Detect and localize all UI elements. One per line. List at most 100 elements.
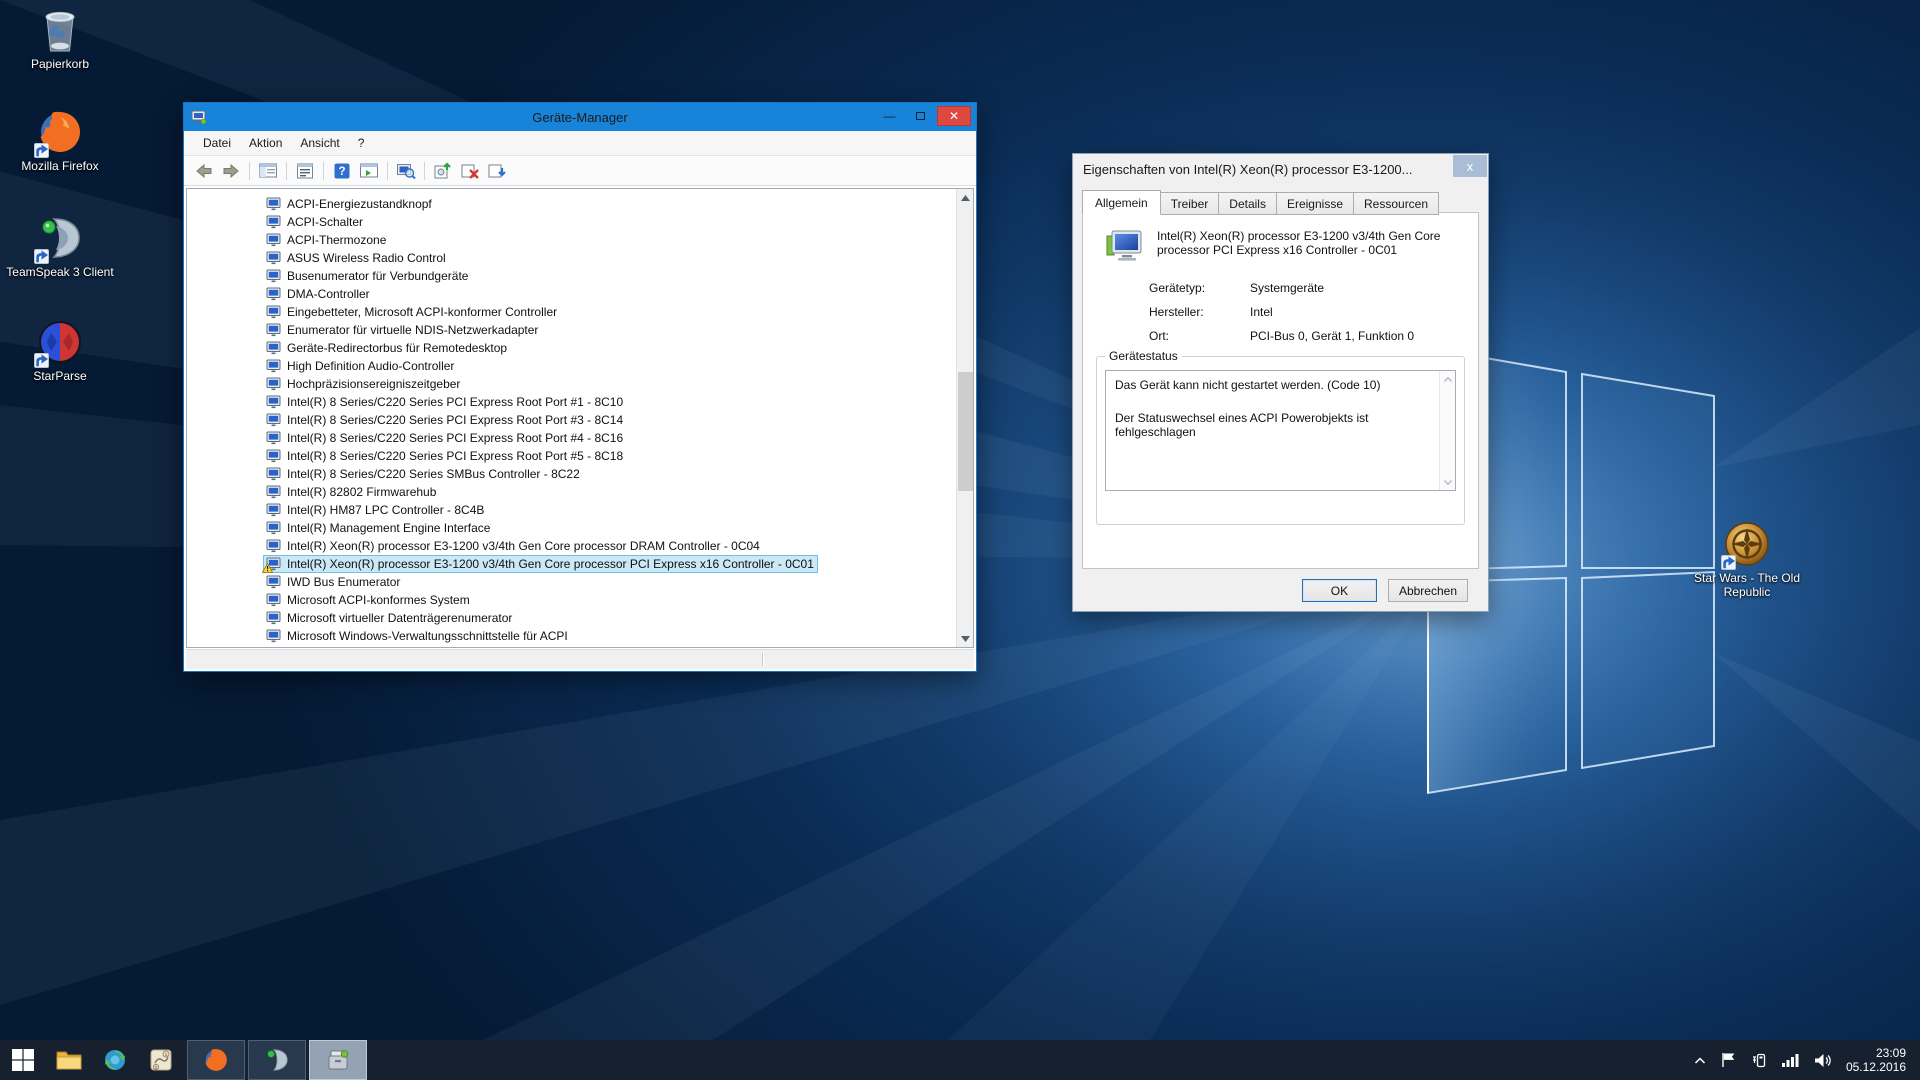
scroll-down-icon[interactable] — [1440, 475, 1455, 489]
system-device-icon — [266, 395, 282, 409]
device-manager-toolbar: ? — [184, 156, 976, 186]
usb-device-icon[interactable] — [1751, 1052, 1767, 1068]
vertical-scrollbar[interactable] — [956, 189, 973, 647]
device-tree-item[interactable]: Microsoft virtueller Datenträgerenumerat… — [187, 609, 956, 627]
device-tree-item[interactable]: Geräte-Redirectorbus für Remotedesktop — [187, 339, 956, 357]
taskbar-clock[interactable]: 23:09 05.12.2016 — [1846, 1046, 1906, 1074]
dialog-titlebar[interactable]: Eigenschaften von Intel(R) Xeon(R) proce… — [1073, 154, 1488, 184]
device-tree-item[interactable]: Intel(R) HM87 LPC Controller - 8C4B — [187, 501, 956, 519]
device-tree-item[interactable]: Hochpräzisionsereigniszeitgeber — [187, 375, 956, 393]
dialog-tab[interactable]: Treiber — [1160, 192, 1220, 215]
maximize-button[interactable] — [906, 106, 935, 126]
scroll-down-icon[interactable] — [957, 630, 974, 647]
field-label: Gerätetyp: — [1149, 281, 1250, 295]
forward-icon[interactable] — [219, 160, 243, 182]
dialog-tabs: AllgemeinTreiberDetailsEreignisseRessour… — [1082, 190, 1438, 215]
system-device-icon — [266, 197, 282, 211]
sync-utility-icon[interactable] — [92, 1040, 138, 1080]
system-device-icon — [266, 269, 282, 283]
taskbar-device-manager-button[interactable] — [309, 1040, 367, 1080]
start-button[interactable] — [0, 1040, 46, 1080]
device-tree-item[interactable]: Eingebetteter, Microsoft ACPI-konformer … — [187, 303, 956, 321]
desktop-icon-recycle-bin[interactable]: Papierkorb — [5, 6, 115, 71]
device-tree-item[interactable]: Intel(R) 8 Series/C220 Series PCI Expres… — [187, 429, 956, 447]
menu-item[interactable]: ? — [349, 132, 374, 154]
show-console-tree-icon[interactable] — [256, 160, 280, 182]
ok-button[interactable]: OK — [1302, 579, 1377, 602]
system-device-icon — [266, 431, 282, 445]
desktop-icon-label: Star Wars - The Old Republic — [1692, 571, 1802, 599]
device-tree-item[interactable]: ACPI-Schalter — [187, 213, 956, 231]
device-label: ACPI-Thermozone — [287, 233, 386, 247]
dialog-tab[interactable]: Ereignisse — [1276, 192, 1354, 215]
device-tree-item[interactable]: Busenumerator für Verbundgeräte — [187, 267, 956, 285]
device-tree-item[interactable]: DMA-Controller — [187, 285, 956, 303]
system-device-icon — [266, 629, 282, 643]
device-manager-window: Geräte-Manager — ✕ DateiAktionAnsicht? ? — [183, 102, 977, 672]
device-tree-item[interactable]: Intel(R) 8 Series/C220 Series SMBus Cont… — [187, 465, 956, 483]
device-tree-item[interactable]: ACPI-Thermozone — [187, 231, 956, 249]
menu-item[interactable]: Aktion — [240, 132, 291, 154]
field-label: Hersteller: — [1149, 305, 1250, 319]
clock-date: 05.12.2016 — [1846, 1060, 1906, 1074]
device-tree-item[interactable]: Microsoft Windows-Verwaltungsschnittstel… — [187, 627, 956, 645]
device-tree-item[interactable]: Intel(R) Xeon(R) processor E3-1200 v3/4t… — [187, 537, 956, 555]
device-tree-item[interactable]: Intel(R) 8 Series/C220 Series PCI Expres… — [187, 393, 956, 411]
dialog-tab[interactable]: Ressourcen — [1353, 192, 1439, 215]
desktop-icon-firefox[interactable]: Mozilla Firefox — [5, 108, 115, 173]
device-tree-item[interactable]: Intel(R) 82802 Firmwarehub — [187, 483, 956, 501]
device-tree-item[interactable]: Intel(R) Management Engine Interface — [187, 519, 956, 537]
desktop-icon-swtor[interactable]: Star Wars - The Old Republic — [1692, 520, 1802, 599]
action-center-flag-icon[interactable] — [1721, 1052, 1736, 1068]
scroll-up-icon[interactable] — [957, 189, 974, 206]
desktop-icon-starparse[interactable]: StarParse — [5, 318, 115, 383]
device-tree-item[interactable]: ASUS Wireless Radio Control — [187, 249, 956, 267]
dialog-tab[interactable]: Details — [1218, 192, 1277, 215]
device-tree-item[interactable]: ACPI-Energiezustandknopf — [187, 195, 956, 213]
action-pane-icon[interactable] — [357, 160, 381, 182]
firefox-icon — [36, 108, 84, 156]
scroll-up-icon[interactable] — [1440, 372, 1455, 386]
close-button[interactable]: ✕ — [937, 106, 971, 126]
taskbar-teamspeak-button[interactable] — [248, 1040, 306, 1080]
tray-chevron-up-icon[interactable] — [1694, 1056, 1706, 1065]
scan-plugplay-icon[interactable] — [485, 160, 509, 182]
device-tree-item[interactable]: High Definition Audio-Controller — [187, 357, 956, 375]
help-icon[interactable]: ? — [330, 160, 354, 182]
device-tree-item[interactable]: Microsoft-Systemverwaltungs-BIOS-Treiber — [187, 645, 956, 647]
back-icon[interactable] — [192, 160, 216, 182]
field-row: Ort: PCI-Bus 0, Gerät 1, Funktion 0 — [1149, 329, 1478, 353]
device-fields: Gerätetyp: Systemgeräte Hersteller: Inte… — [1149, 281, 1478, 353]
device-tree-item[interactable]: Intel(R) 8 Series/C220 Series PCI Expres… — [187, 447, 956, 465]
dialog-tab[interactable]: Allgemein — [1082, 190, 1161, 215]
menu-item[interactable]: Datei — [194, 132, 240, 154]
scan-hardware-icon[interactable] — [394, 160, 418, 182]
device-status-text-area[interactable]: Das Gerät kann nicht gestartet werden. (… — [1105, 370, 1456, 491]
status-scrollbar[interactable] — [1439, 371, 1455, 490]
device-manager-titlebar[interactable]: Geräte-Manager — ✕ — [184, 103, 976, 131]
device-tree-item[interactable]: Microsoft ACPI-konformes System — [187, 591, 956, 609]
system-device-icon — [266, 611, 282, 625]
device-label: Intel(R) Management Engine Interface — [287, 521, 490, 535]
taskbar-firefox-button[interactable] — [187, 1040, 245, 1080]
cancel-button[interactable]: Abbrechen — [1388, 579, 1468, 602]
minimize-button[interactable]: — — [875, 106, 904, 126]
menu-item[interactable]: Ansicht — [291, 132, 348, 154]
device-tree[interactable]: ACPI-Energiezustandknopf ACPI-Schalter — [187, 189, 956, 647]
device-tree-item[interactable]: Enumerator für virtuelle NDIS-Netzwerkad… — [187, 321, 956, 339]
file-explorer-icon[interactable] — [46, 1040, 92, 1080]
scrollbar-thumb[interactable] — [958, 372, 973, 491]
dialog-close-icon[interactable]: x — [1453, 155, 1487, 177]
properties-icon[interactable] — [293, 160, 317, 182]
desktop-icon-teamspeak[interactable]: TeamSpeak 3 Client — [5, 214, 115, 279]
notes-app-icon[interactable]: 12 — [138, 1040, 184, 1080]
device-tree-item[interactable]: Intel(R) 8 Series/C220 Series PCI Expres… — [187, 411, 956, 429]
system-device-icon — [266, 503, 282, 517]
device-tree-item[interactable]: IWD Bus Enumerator — [187, 573, 956, 591]
desktop-icon-label: Mozilla Firefox — [21, 159, 98, 173]
update-driver-icon[interactable] — [431, 160, 455, 182]
device-tree-item[interactable]: Intel(R) Xeon(R) processor E3-1200 v3/4t… — [187, 555, 956, 573]
uninstall-device-icon[interactable] — [458, 160, 482, 182]
network-signal-icon[interactable] — [1782, 1053, 1799, 1067]
volume-icon[interactable] — [1814, 1053, 1831, 1068]
